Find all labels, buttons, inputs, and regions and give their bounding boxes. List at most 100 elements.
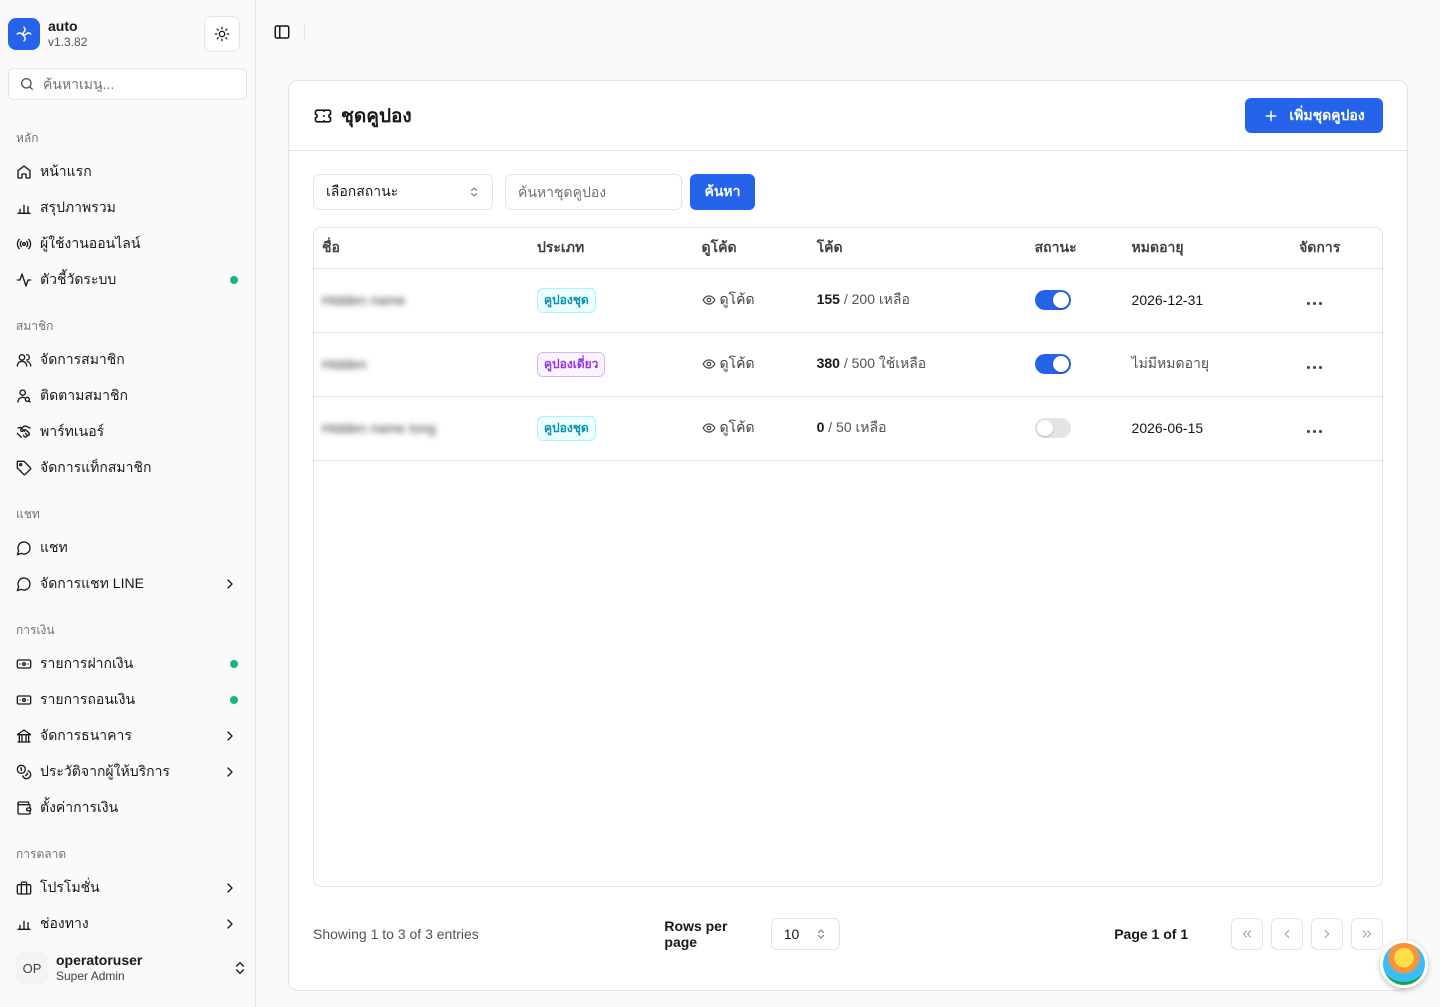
- column-header: หมดอายุ: [1123, 228, 1292, 269]
- coupon-set-name[interactable]: Hidden name long: [322, 420, 436, 436]
- sidebar-item-label: ติดตามสมาชิก: [40, 387, 128, 403]
- user-search-icon: [17, 389, 31, 403]
- code-count: 155: [816, 291, 840, 307]
- bank-icon: [16, 729, 32, 743]
- toggle-knob: [1036, 420, 1053, 436]
- user-role: Super Admin: [56, 969, 125, 983]
- sidebar-item[interactable]: แชท: [8, 530, 248, 566]
- status-toggle[interactable]: [1034, 290, 1071, 310]
- sidebar-item[interactable]: โปรโมชั่น: [8, 870, 248, 906]
- sidebar-item[interactable]: ผู้ใช้งานออนไลน์: [8, 226, 248, 262]
- sidebar-toggle-button[interactable]: [272, 22, 292, 42]
- page-title: ชุดคูปอง: [341, 105, 412, 127]
- bar-chart-icon: [17, 920, 31, 930]
- chevron-right-icon: [227, 883, 233, 893]
- sidebar-item[interactable]: ประวัติจากผู้ให้บริการ: [8, 754, 248, 790]
- sidebar-item-label: จัดการสมาชิก: [40, 351, 125, 367]
- brand[interactable]: auto v1.3.82: [8, 16, 248, 52]
- chevrons-up-down-icon: [818, 929, 825, 939]
- sidebar-item[interactable]: พาร์ทเนอร์: [8, 414, 248, 450]
- column-header: ดูโค้ด: [693, 228, 809, 269]
- status-toggle[interactable]: [1034, 418, 1071, 438]
- view-code-link[interactable]: ดูโค้ด: [702, 417, 755, 439]
- sidebar-item[interactable]: สรุปภาพรวม: [8, 190, 248, 226]
- sun-icon: [214, 26, 230, 42]
- sidebar-item[interactable]: ช่องทาง: [8, 906, 248, 942]
- rows-per-page-label: Rows per page: [664, 918, 728, 950]
- user-menu[interactable]: OP operatoruser Super Admin: [8, 947, 248, 989]
- sidebar-item[interactable]: รายการถอนเงิน: [8, 682, 248, 718]
- sidebar-item[interactable]: รายการฝากเงิน: [8, 646, 248, 682]
- bar-chart-icon: [17, 204, 31, 214]
- eye-icon: [702, 359, 715, 369]
- group-gap: [8, 486, 248, 498]
- type-badge: คูปองชุด: [537, 415, 596, 441]
- theme-toggle-button[interactable]: [204, 16, 240, 52]
- view-code-label: ดูโค้ด: [719, 419, 755, 435]
- coupon-search-input[interactable]: [505, 174, 682, 210]
- sidebar-item-label: ตัวชี้วัดระบบ: [40, 271, 117, 287]
- sidebar-item-label: ผู้ใช้งานออนไลน์: [40, 235, 141, 251]
- sidebar-item-label: สรุปภาพรวม: [40, 199, 116, 215]
- last-page-button[interactable]: [1351, 918, 1383, 950]
- status-select[interactable]: เลือกสถานะ: [313, 174, 493, 210]
- chevron-left-icon: [1284, 929, 1290, 939]
- status-dot: [230, 276, 238, 284]
- coupon-table: ชื่อ ประเภท ดูโค้ด โค้ด สถานะ หมดอายุ จัดการ H…: [313, 227, 1383, 887]
- add-coupon-set-button[interactable]: เพิ่มชุดคูปอง: [1245, 98, 1383, 133]
- first-page-button[interactable]: [1231, 918, 1263, 950]
- radio-icon: [16, 238, 32, 250]
- users-icon: [16, 354, 32, 367]
- floating-support-avatar[interactable]: [1380, 940, 1428, 988]
- user-name: operatoruser: [56, 952, 143, 968]
- status-toggle[interactable]: [1034, 354, 1071, 374]
- sidebar-nav: หลัก หน้าแรก สรุปภาพรวม ผู้ใช้งานออนไลน์ ตัว…: [8, 122, 248, 942]
- code-count: 0: [816, 419, 825, 435]
- sidebar-item[interactable]: หน้าแรก: [8, 154, 248, 190]
- code-count-rest: / 500 ใช้เหลือ: [843, 355, 927, 371]
- more-actions-icon[interactable]: [1307, 302, 1323, 305]
- sidebar-item[interactable]: ตัวชี้วัดระบบ: [8, 262, 248, 298]
- menu-search[interactable]: [8, 68, 247, 100]
- sidebar-item[interactable]: จัดการแชท LINE: [8, 566, 248, 602]
- menu-search-input[interactable]: [43, 76, 233, 92]
- search-button[interactable]: ค้นหา: [690, 174, 755, 210]
- sidebar-item-label: รายการถอนเงิน: [40, 691, 136, 707]
- column-header: จัดการ: [1291, 228, 1382, 269]
- table-footer: Showing 1 to 3 of 3 entries Rows per pag…: [313, 917, 1383, 951]
- chevrons-right-icon: [1362, 930, 1372, 938]
- type-badge: คูปองเดี่ยว: [537, 351, 606, 377]
- next-page-button[interactable]: [1311, 918, 1343, 950]
- coupon-set-name[interactable]: Hidden name: [322, 292, 405, 308]
- more-actions-icon[interactable]: [1307, 366, 1323, 369]
- filters: เลือกสถานะ ค้นหา: [313, 174, 755, 210]
- view-code-link[interactable]: ดูโค้ด: [702, 289, 755, 311]
- toggle-knob: [1052, 292, 1069, 308]
- sidebar-item[interactable]: จัดการสมาชิก: [8, 342, 248, 378]
- sidebar-item-label: จัดการแท็กสมาชิก: [40, 459, 152, 475]
- sidebar-item[interactable]: ติดตามสมาชิก: [8, 378, 248, 414]
- topbar-separator: [304, 24, 305, 40]
- prev-page-button[interactable]: [1271, 918, 1303, 950]
- chevrons-up-down-icon: [236, 962, 244, 974]
- table-row: Hidden name คูปองชุด ดูโค้ด 155 / 200 เหลือ…: [314, 268, 1382, 333]
- chevron-right-icon: [227, 767, 233, 777]
- sidebar-item[interactable]: ตั้งค่าการเงิน: [8, 790, 248, 826]
- column-header: ชื่อ: [314, 228, 529, 269]
- sidebar-item-label: ตั้งค่าการเงิน: [40, 799, 119, 815]
- sidebar-item[interactable]: จัดการแท็กสมาชิก: [8, 450, 248, 486]
- sidebar-item-label: จัดการแชท LINE: [40, 575, 144, 591]
- view-code-link[interactable]: ดูโค้ด: [702, 353, 755, 375]
- sidebar-item-label: ช่องทาง: [40, 915, 89, 931]
- chevrons-up-down-icon: [471, 187, 477, 197]
- chevron-right-icon: [1324, 929, 1330, 939]
- sidebar-item[interactable]: จัดการธนาคาร: [8, 718, 248, 754]
- coupon-set-name[interactable]: Hidden: [322, 356, 366, 372]
- more-actions-icon[interactable]: [1307, 430, 1323, 433]
- coins-icon: [16, 764, 32, 780]
- sidebar-item-label: หน้าแรก: [40, 163, 92, 179]
- code-count-rest: / 50 เหลือ: [828, 419, 887, 435]
- ticket-icon: [314, 108, 332, 123]
- rows-per-page-select[interactable]: 10: [770, 918, 841, 950]
- sidebar-item-label: โปรโมชั่น: [40, 879, 100, 895]
